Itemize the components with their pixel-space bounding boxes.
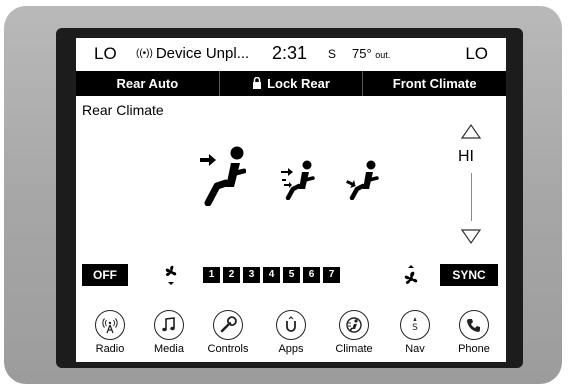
nav-item-controls-label: Controls	[207, 343, 249, 355]
fan-speed-6-button[interactable]: 6	[303, 267, 320, 283]
tab-lock-rear[interactable]: Lock Rear	[220, 71, 364, 96]
fan-low-icon	[165, 265, 177, 285]
fan-speed-7-button[interactable]: 7	[323, 267, 340, 283]
wrench-icon	[213, 310, 243, 340]
nav-item-phone[interactable]: Phone	[446, 310, 502, 362]
outside-temperature-value: 75°	[352, 46, 372, 61]
off-button[interactable]: OFF	[82, 264, 128, 286]
tab-front-climate-label: Front Climate	[392, 76, 477, 91]
fan-speed-5-button[interactable]: 5	[283, 267, 300, 283]
touchscreen: LO ((•)) Device Unpl... 2:31 S 75° out. L…	[76, 38, 506, 362]
climate-tabs: Rear Auto Lock Rear Front Climate	[76, 71, 506, 96]
bilevel-airflow-icon	[281, 160, 315, 201]
passenger-temp-readout[interactable]: LO	[465, 44, 488, 64]
off-button-label: OFF	[93, 268, 117, 282]
compass-heading: S	[328, 47, 337, 61]
fan-speed-4-button[interactable]: 4	[263, 267, 280, 283]
status-bar: LO ((•)) Device Unpl... 2:31 S 75° out. L…	[76, 38, 506, 68]
nav-item-apps[interactable]: Apps	[263, 310, 319, 362]
fan-speed-1-button[interactable]: 1	[203, 267, 220, 283]
fan-decrease-icon-button[interactable]	[162, 264, 180, 291]
music-note-icon	[154, 310, 184, 340]
wireless-signal-icon: ((•))	[136, 48, 153, 59]
compass-icon: S	[400, 310, 430, 340]
bottom-nav-bar: Radio Media Controls Apps Climate S Nav …	[76, 310, 506, 362]
tab-lock-rear-label: Lock Rear	[267, 76, 330, 91]
device-status: ((•)) Device Unpl...	[136, 45, 249, 62]
fan-level-track[interactable]	[471, 173, 472, 221]
radio-icon	[95, 310, 125, 340]
fan-level-label: HI	[458, 148, 474, 165]
fan-increase-button[interactable]	[460, 122, 482, 140]
nav-item-radio-label: Radio	[95, 343, 125, 355]
nav-item-controls[interactable]: Controls	[200, 310, 256, 362]
nav-item-climate-label: Climate	[335, 343, 373, 355]
clock: 2:31	[272, 43, 308, 63]
fan-speed-3-button[interactable]: 3	[243, 267, 260, 283]
outside-temperature-unit: out.	[375, 50, 391, 60]
panel-airflow-icon	[200, 146, 247, 207]
airflow-bilevel-mode-button[interactable]	[280, 160, 316, 205]
lock-icon	[253, 76, 262, 89]
fan-high-icon	[404, 265, 418, 284]
triangle-down-icon	[460, 229, 482, 245]
nav-item-radio[interactable]: Radio	[82, 310, 138, 362]
fan-increase-icon-button[interactable]	[402, 264, 420, 293]
nav-item-media-label: Media	[154, 343, 184, 355]
sync-button[interactable]: SYNC	[440, 264, 498, 286]
nav-item-phone-label: Phone	[458, 343, 490, 355]
nav-item-media[interactable]: Media	[141, 310, 197, 362]
driver-temp-readout[interactable]: LO	[94, 44, 117, 64]
tab-front-climate[interactable]: Front Climate	[363, 71, 506, 96]
climate-icon	[339, 310, 369, 340]
outside-temperature: 75° out.	[352, 46, 390, 61]
floor-airflow-icon	[346, 160, 379, 201]
nav-item-climate[interactable]: Climate	[326, 310, 382, 362]
sync-button-label: SYNC	[452, 268, 486, 282]
fan-decrease-button[interactable]	[460, 228, 482, 246]
apps-icon	[276, 310, 306, 340]
fan-speed-2-button[interactable]: 2	[223, 267, 240, 283]
nav-item-nav-label: Nav	[405, 343, 425, 355]
airflow-floor-mode-button[interactable]	[344, 160, 380, 205]
triangle-up-icon	[460, 123, 482, 139]
airflow-panel-mode-button[interactable]	[198, 146, 247, 211]
phone-icon	[459, 310, 489, 340]
device-status-text: Device Unpl...	[155, 45, 250, 62]
tab-rear-auto[interactable]: Rear Auto	[76, 71, 220, 96]
tab-rear-auto-label: Rear Auto	[116, 76, 179, 91]
section-title: Rear Climate	[82, 102, 164, 118]
nav-item-nav[interactable]: S Nav	[387, 310, 443, 362]
svg-text:S: S	[412, 323, 418, 333]
nav-item-apps-label: Apps	[278, 343, 304, 355]
